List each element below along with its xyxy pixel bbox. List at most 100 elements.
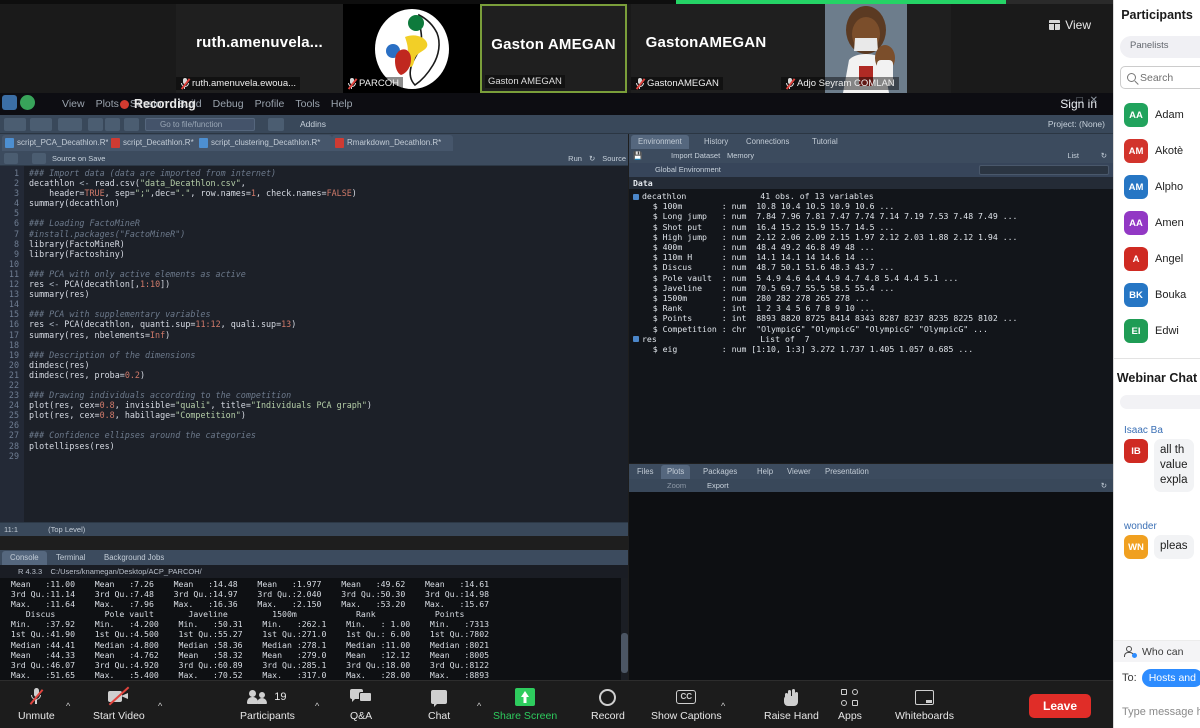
zoom-plot-button[interactable]: Zoom bbox=[667, 479, 686, 492]
participant-row[interactable]: BK Bouka bbox=[1114, 277, 1200, 313]
who-can-see-selector[interactable]: Who can bbox=[1114, 640, 1200, 662]
tab-environment[interactable]: Environment bbox=[631, 135, 689, 149]
menu-profile[interactable]: Profile bbox=[255, 98, 285, 110]
source-tab-1[interactable]: script_Decathlon.R* bbox=[108, 135, 206, 151]
participants-options-chevron-icon[interactable]: ^ bbox=[315, 701, 319, 711]
console-scrollbar-thumb[interactable] bbox=[621, 633, 628, 673]
tab-connections[interactable]: Connections bbox=[739, 135, 796, 149]
video-options-chevron-icon[interactable]: ^ bbox=[158, 701, 162, 711]
editor-code-area[interactable]: 1 ### Import data (data are imported from… bbox=[0, 168, 628, 461]
participant-row[interactable]: EI Edwi bbox=[1114, 313, 1200, 349]
addins-menu[interactable]: Addins bbox=[300, 118, 326, 131]
video-tile-ruth[interactable]: ruth.amenuvela... ruth.amenuvela.ewoua..… bbox=[176, 4, 343, 93]
tab-history[interactable]: History bbox=[697, 135, 735, 149]
print-button[interactable] bbox=[124, 118, 139, 131]
whiteboards-button[interactable]: Whiteboards bbox=[895, 687, 954, 722]
source-tab-0[interactable]: script_PCA_Decathlon.R* bbox=[2, 135, 121, 151]
start-video-button[interactable]: Start Video bbox=[93, 686, 145, 722]
export-plot-menu[interactable]: Export bbox=[707, 479, 729, 492]
leave-button[interactable]: Leave bbox=[1029, 694, 1091, 718]
rerun-button[interactable]: ↻ bbox=[589, 153, 595, 164]
chat-segment-control[interactable] bbox=[1120, 395, 1200, 409]
qa-button[interactable]: Q&A bbox=[350, 687, 372, 722]
participants-segment-control[interactable]: Panelists bbox=[1120, 36, 1200, 58]
expand-toggle-icon[interactable] bbox=[633, 336, 639, 343]
raise-hand-button[interactable]: Raise Hand bbox=[764, 687, 819, 722]
load-workspace-button[interactable]: 💾 bbox=[633, 149, 642, 163]
import-dataset-menu[interactable]: Import Dataset bbox=[671, 149, 720, 163]
tab-background-jobs[interactable]: Background Jobs bbox=[96, 551, 172, 565]
new-file-button[interactable] bbox=[4, 118, 26, 131]
tab-help[interactable]: Help bbox=[751, 465, 779, 479]
save-button[interactable] bbox=[88, 118, 103, 131]
source-button[interactable]: Source bbox=[602, 153, 626, 164]
chat-options-chevron-icon[interactable]: ^ bbox=[477, 701, 481, 711]
environment-object[interactable]: decathlon 41 obs. of 13 variables bbox=[633, 191, 874, 201]
view-button[interactable]: View bbox=[1049, 18, 1091, 32]
tab-tutorial[interactable]: Tutorial bbox=[805, 135, 845, 149]
chat-button[interactable]: Chat bbox=[428, 687, 450, 722]
show-document-outline-button[interactable] bbox=[32, 153, 46, 164]
tab-plots[interactable]: Plots bbox=[661, 465, 691, 479]
participant-row[interactable]: A Angel bbox=[1114, 241, 1200, 277]
back-button[interactable] bbox=[4, 153, 18, 164]
captions-options-chevron-icon[interactable]: ^ bbox=[721, 701, 725, 711]
participant-row[interactable]: AA Adam bbox=[1114, 97, 1200, 133]
chat-message-input[interactable]: Type message h bbox=[1122, 706, 1200, 718]
audio-options-chevron-icon[interactable]: ^ bbox=[66, 701, 70, 711]
tab-presentation[interactable]: Presentation bbox=[819, 465, 875, 479]
tab-terminal[interactable]: Terminal bbox=[48, 551, 93, 565]
tab-console[interactable]: Console bbox=[2, 551, 47, 565]
show-captions-button[interactable]: CC Show Captions bbox=[651, 687, 722, 722]
source-tab-2[interactable]: script_clustering_Decathlon.R* bbox=[196, 135, 333, 151]
menu-help[interactable]: Help bbox=[331, 98, 353, 110]
open-file-button[interactable] bbox=[58, 118, 82, 131]
source-editor[interactable]: 1 ### Import data (data are imported from… bbox=[0, 166, 628, 536]
refresh-icon[interactable]: ↻ bbox=[1101, 149, 1107, 163]
participant-row[interactable]: AM Akotè bbox=[1114, 133, 1200, 169]
menu-debug[interactable]: Debug bbox=[213, 98, 244, 110]
menu-view[interactable]: View bbox=[62, 98, 85, 110]
console-output[interactable]: Mean :11.00 Mean :7.26 Mean :14.48 Mean … bbox=[0, 578, 628, 680]
expand-toggle-icon[interactable] bbox=[633, 193, 639, 200]
participants-search-input[interactable]: Search bbox=[1120, 66, 1200, 89]
unmute-button[interactable]: Unmute bbox=[18, 687, 55, 722]
run-button[interactable]: Run bbox=[568, 153, 582, 164]
participants-list[interactable]: AA Adam AM Akotè AM Alpho AA Amen A Angel BK Bouka E… bbox=[1114, 97, 1200, 349]
memory-menu[interactable]: Memory bbox=[727, 149, 754, 163]
source-on-save-checkbox[interactable]: Source on Save bbox=[52, 153, 105, 164]
tab-viewer[interactable]: Viewer bbox=[781, 465, 817, 479]
environment-object-list[interactable]: decathlon 41 obs. of 13 variables $ 100m… bbox=[629, 189, 1113, 463]
console-scrollbar[interactable] bbox=[621, 578, 628, 680]
record-button[interactable]: Record bbox=[591, 687, 625, 722]
sign-in-button[interactable]: Sign in bbox=[1060, 97, 1097, 111]
video-tile-parcoh[interactable]: PARCOH bbox=[343, 4, 480, 93]
rstudio-menubar[interactable]: View Plots Session Build Debug Profile T… bbox=[62, 98, 352, 110]
menu-plots[interactable]: Plots bbox=[96, 98, 119, 110]
tab-packages[interactable]: Packages bbox=[697, 465, 743, 479]
recipient-pill[interactable]: Hosts and bbox=[1141, 669, 1200, 687]
chat-recipient-row[interactable]: To: Hosts and bbox=[1114, 666, 1200, 690]
environment-object[interactable]: res List of 7 bbox=[633, 334, 810, 344]
video-tile-gaston-amegan-active-speaker[interactable]: Gaston AMEGAN Gaston AMEGAN bbox=[480, 4, 627, 93]
video-tile-adjo-seyram[interactable]: Adjo Seyram COMLAN bbox=[781, 4, 951, 93]
participant-row[interactable]: AA Amen bbox=[1114, 205, 1200, 241]
share-screen-button[interactable]: Share Screen bbox=[493, 687, 557, 722]
save-all-button[interactable] bbox=[105, 118, 120, 131]
panelists-tab-label[interactable]: Panelists bbox=[1130, 40, 1169, 51]
refresh-plot-icon[interactable]: ↻ bbox=[1101, 479, 1107, 492]
participant-row[interactable]: AM Alpho bbox=[1114, 169, 1200, 205]
environment-search-input[interactable] bbox=[979, 165, 1109, 175]
apps-button[interactable]: Apps bbox=[838, 687, 862, 722]
goto-file-function-input[interactable]: Go to file/function bbox=[145, 118, 255, 131]
new-project-button[interactable] bbox=[30, 118, 52, 131]
tab-files[interactable]: Files bbox=[631, 465, 659, 479]
participants-button[interactable]: 19 Participants bbox=[240, 687, 295, 722]
workspace-panes-button[interactable] bbox=[268, 118, 284, 131]
video-tile-gastonamegan[interactable]: GastonAMEGAN GastonAMEGAN bbox=[631, 4, 781, 93]
menu-tools[interactable]: Tools bbox=[295, 98, 320, 110]
source-tab-3[interactable]: Rmarkdown_Decathlon.R* bbox=[332, 135, 454, 151]
global-environment-menu[interactable]: Global Environment bbox=[655, 163, 721, 177]
list-view-menu[interactable]: List bbox=[1067, 149, 1079, 163]
project-menu[interactable]: Project: (None) bbox=[1048, 118, 1105, 131]
